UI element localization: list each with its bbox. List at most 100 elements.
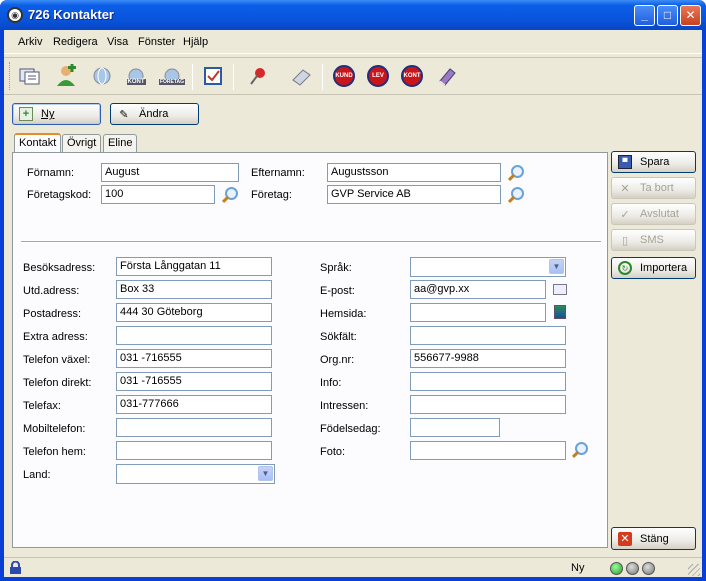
resize-grip[interactable] — [688, 564, 700, 576]
orgnr-input[interactable]: 556677-9988 — [410, 349, 566, 368]
label-fornamn: Förnamn: — [27, 167, 75, 179]
tab-kontakt[interactable]: Kontakt — [14, 133, 62, 153]
email-icon[interactable] — [553, 284, 567, 295]
label-foretagskod: Företagskod: — [27, 189, 92, 201]
epost-input[interactable]: aa@gvp.xx — [410, 280, 546, 299]
import-button[interactable]: ↻ Importera — [611, 257, 696, 279]
label-efternamn: Efternamn: — [251, 167, 305, 179]
menu-arkiv[interactable]: Arkiv — [18, 36, 42, 48]
maximize-button[interactable]: □ — [657, 5, 678, 26]
label-telefon-direkt: Telefon direkt: — [23, 377, 92, 389]
label-info: Info: — [320, 377, 342, 389]
close-button[interactable]: ✕ — [680, 5, 701, 26]
label-foretag: Företag: — [251, 189, 292, 201]
label-sprak: Språk: — [320, 262, 352, 274]
utdadress-input[interactable]: Box 33 — [116, 280, 272, 299]
close-dialog-button[interactable]: ✕ Stäng — [611, 527, 696, 550]
delete-icon: ✕ — [620, 182, 630, 195]
telefon-vaxel-input[interactable]: 031 -716555 — [116, 349, 272, 368]
label-extra-adress: Extra adress: — [23, 331, 88, 343]
toolbar: KONT FÖRETAG KUND LEV KONT — [4, 57, 702, 95]
menu-visa[interactable]: Visa — [107, 36, 128, 48]
postadress-input[interactable]: 444 30 Göteborg — [116, 303, 272, 322]
intressen-input[interactable] — [410, 395, 566, 414]
section-divider — [21, 241, 601, 243]
telefon-direkt-input[interactable]: 031 -716555 — [116, 372, 272, 391]
save-button[interactable]: ▀ Spara — [611, 151, 696, 173]
globe-kont-label: KONT — [126, 78, 146, 85]
foto-input[interactable] — [410, 441, 566, 460]
search-foretag-icon[interactable] — [507, 186, 525, 204]
menu-redigera[interactable]: Redigera — [53, 36, 98, 48]
search-foto-icon[interactable] — [571, 441, 589, 459]
telefax-input[interactable]: 031-777666 — [116, 395, 272, 414]
new-button[interactable]: + Ny — [12, 103, 101, 125]
app-icon: ◉ — [7, 7, 23, 23]
close-dialog-label: Stäng — [640, 532, 669, 545]
close-icon: ✕ — [618, 531, 632, 546]
phone-icon: ▯ — [621, 234, 629, 247]
menu-bar: Arkiv Redigera Visa Fönster Hjälp — [4, 30, 702, 54]
label-telefax: Telefax: — [23, 400, 61, 412]
label-telefon-vaxel: Telefon växel: — [23, 354, 91, 366]
kont-icon[interactable]: KONT — [400, 64, 424, 88]
besoksadress-input[interactable]: Första Långgatan 11 — [116, 257, 272, 276]
fodelsedag-input[interactable] — [410, 418, 500, 437]
land-select[interactable]: ▼ — [116, 464, 275, 484]
edit-button[interactable]: ✎ Ändra — [110, 103, 199, 125]
foretag-input[interactable]: GVP Service AB — [327, 185, 501, 204]
menu-fonster[interactable]: Fönster — [138, 36, 175, 48]
cards-icon[interactable] — [18, 64, 42, 88]
telefon-hem-input[interactable] — [116, 441, 272, 460]
extra-adress-input[interactable] — [116, 326, 272, 345]
delete-button[interactable]: ✕ Ta bort — [611, 177, 696, 199]
lev-icon[interactable]: LEV — [366, 64, 390, 88]
globe-icon[interactable] — [90, 64, 114, 88]
menu-hjalp[interactable]: Hjälp — [183, 36, 208, 48]
globe-kont-icon[interactable]: KONT — [124, 64, 148, 88]
kont-label: KONT — [401, 65, 423, 87]
status-light-gray-icon — [626, 562, 639, 575]
foretagskod-input[interactable]: 100 — [101, 185, 215, 204]
globe-foretag-icon[interactable]: FÖRETAG — [158, 64, 186, 88]
webpage-icon[interactable] — [554, 305, 566, 319]
label-telefon-hem: Telefon hem: — [23, 446, 86, 458]
save-label: Spara — [640, 156, 670, 168]
import-icon: ↻ — [618, 261, 632, 275]
label-postadress: Postadress: — [23, 308, 82, 320]
eraser-icon[interactable] — [289, 64, 313, 88]
checklist-icon[interactable] — [201, 64, 225, 88]
finish-button[interactable]: ✓ Avslutat — [611, 203, 696, 225]
search-foretagskod-icon[interactable] — [221, 186, 239, 204]
sms-label: SMS — [640, 234, 664, 246]
toolbar-separator — [192, 64, 193, 90]
fornamn-input[interactable]: August — [101, 163, 239, 182]
sokfalt-input[interactable] — [410, 326, 566, 345]
kund-icon[interactable]: KUND — [332, 64, 356, 88]
chevron-down-icon[interactable]: ▼ — [549, 259, 564, 274]
globe-foretag-label: FÖRETAG — [158, 78, 186, 85]
toolbar-grip[interactable] — [9, 62, 12, 90]
chevron-down-icon[interactable]: ▼ — [258, 466, 273, 481]
minimize-button[interactable]: _ — [634, 5, 655, 26]
app-window: ◉ 726 Kontakter _ □ ✕ Arkiv Redigera Vis… — [0, 0, 706, 581]
tab-eline[interactable]: Eline — [103, 134, 138, 152]
add-person-icon[interactable] — [54, 64, 78, 88]
import-label: Importera — [640, 262, 688, 274]
label-hemsida: Hemsida: — [320, 308, 367, 320]
tab-ovrigt[interactable]: Övrigt — [62, 134, 102, 152]
hemsida-input[interactable] — [410, 303, 546, 322]
efternamn-input[interactable]: Augustsson — [327, 163, 501, 182]
book-icon[interactable] — [435, 64, 459, 88]
pin-icon[interactable] — [246, 64, 270, 88]
title-bar[interactable]: ◉ 726 Kontakter _ □ ✕ — [0, 0, 706, 30]
finish-label: Avslutat — [640, 208, 679, 220]
edit-label: Ändra — [139, 108, 169, 120]
sprak-select[interactable]: ▼ — [410, 257, 566, 277]
lock-icon — [9, 560, 22, 575]
label-land: Land: — [23, 469, 51, 481]
mobiltelefon-input[interactable] — [116, 418, 272, 437]
search-efternamn-icon[interactable] — [507, 164, 525, 182]
sms-button[interactable]: ▯ SMS — [611, 229, 696, 251]
info-input[interactable] — [410, 372, 566, 391]
